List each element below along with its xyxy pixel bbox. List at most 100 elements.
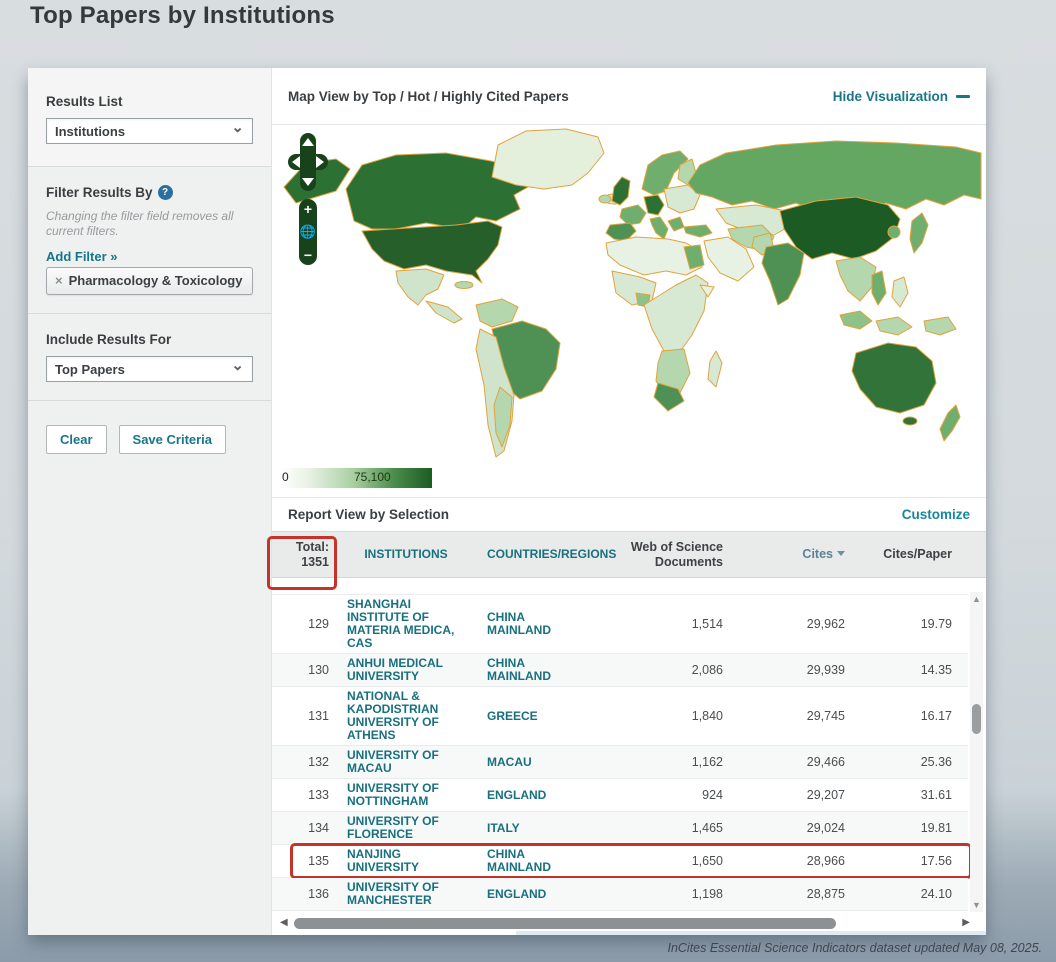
documents-cell: 2,086 <box>691 663 723 677</box>
documents-cell: 1,840 <box>691 709 723 723</box>
map-controls: + 🌐 − <box>288 133 328 265</box>
cites-per-paper-cell: 16.17 <box>920 709 952 723</box>
main-area: Map View by Top / Hot / Highly Cited Pap… <box>267 68 986 935</box>
country-link[interactable]: CHINA MAINLAND <box>487 657 617 683</box>
zoom-in-icon[interactable]: + <box>304 202 312 216</box>
actions-section: Clear Save Criteria <box>28 400 271 472</box>
pan-right-icon[interactable] <box>316 156 324 168</box>
filter-label-text: Filter Results By <box>46 185 153 200</box>
cites-per-paper-cell: 14.35 <box>920 663 952 677</box>
hide-visualization-label: Hide Visualization <box>832 88 948 104</box>
institution-link[interactable]: NATIONAL & KAPODISTRIAN UNIVERSITY OF AT… <box>347 690 487 742</box>
clear-button[interactable]: Clear <box>46 425 107 454</box>
cites-per-paper-cell: 24.10 <box>920 887 952 901</box>
help-icon[interactable]: ? <box>157 185 173 200</box>
cites-cell: 29,962 <box>806 617 845 631</box>
table-row[interactable]: 135 NANJING UNIVERSITY CHINA MAINLAND 1,… <box>272 843 972 879</box>
rank-cell: 130 <box>308 663 329 677</box>
column-header-countries[interactable]: Countries/Regions <box>487 548 617 561</box>
cites-per-paper-cell: 19.81 <box>920 821 952 835</box>
cites-cell: 29,207 <box>806 788 845 802</box>
institution-link[interactable]: ANHUI MEDICAL UNIVERSITY <box>347 657 487 683</box>
horizontal-scroll-thumb[interactable] <box>294 918 836 929</box>
save-criteria-button[interactable]: Save Criteria <box>118 425 227 454</box>
vertical-scroll-thumb[interactable] <box>972 704 981 734</box>
country-link[interactable]: MACAU <box>487 755 617 769</box>
dataset-update-note: InCites Essential Science Indicators dat… <box>667 941 1042 955</box>
table-row[interactable]: 136 UNIVERSITY OF MANCHESTER ENGLAND 1,1… <box>272 878 968 911</box>
chevron-down-icon: ⌄ <box>231 357 244 374</box>
table-row[interactable]: 130 ANHUI MEDICAL UNIVERSITY CHINA MAINL… <box>272 654 968 687</box>
column-header-institutions[interactable]: Institutions <box>347 548 487 561</box>
total-value: 1351 <box>301 554 329 569</box>
map-pan-control[interactable] <box>288 133 328 191</box>
country-link[interactable]: CHINA MAINLAND <box>487 848 617 874</box>
world-map-region[interactable]: + 🌐 − <box>272 125 986 465</box>
country-link[interactable]: ITALY <box>487 821 617 835</box>
map-view-header: Map View by Top / Hot / Highly Cited Pap… <box>272 68 986 125</box>
country-link[interactable]: ENGLAND <box>487 887 617 901</box>
vertical-scrollbar[interactable]: ▲ ▼ <box>970 592 983 912</box>
country-link[interactable]: GREECE <box>487 709 617 723</box>
filter-label: Filter Results By? <box>46 185 253 200</box>
scroll-left-icon[interactable]: ◀ <box>280 917 288 928</box>
content-panel: Results List Institutions ⌄ Filter Resul… <box>28 68 986 935</box>
table-row[interactable]: 134 UNIVERSITY OF FLORENCE ITALY 1,465 2… <box>272 812 968 845</box>
scroll-up-icon[interactable]: ▲ <box>970 594 983 604</box>
rank-cell: 131 <box>308 709 329 723</box>
remove-filter-icon[interactable]: × <box>55 273 63 288</box>
table-header-row: Total: 1351 Institutions Countries/Regio… <box>267 531 986 590</box>
customize-link[interactable]: Customize <box>902 507 970 522</box>
table-row[interactable]: 132 UNIVERSITY OF MACAU MACAU 1,162 29,4… <box>272 746 968 779</box>
scroll-down-icon[interactable]: ▼ <box>970 900 983 910</box>
documents-cell: 924 <box>702 788 723 802</box>
country-link[interactable]: CHINA MAINLAND <box>487 611 617 637</box>
sort-descending-icon <box>837 551 845 556</box>
pan-left-icon[interactable] <box>292 156 300 168</box>
hide-visualization-link[interactable]: Hide Visualization <box>833 89 970 104</box>
institution-link[interactable]: SHANGHAI INSTITUTE OF MATERIA MEDICA, CA… <box>347 598 487 650</box>
globe-icon[interactable]: 🌐 <box>300 225 316 239</box>
cites-per-paper-cell: 25.36 <box>920 755 952 769</box>
column-header-documents[interactable]: Web of Science Documents <box>617 540 727 570</box>
map-zoom-control: + 🌐 − <box>299 199 317 265</box>
rank-cell: 133 <box>308 788 329 802</box>
pan-down-icon[interactable] <box>302 178 314 186</box>
column-header-cites-per-paper[interactable]: Cites/Paper <box>857 547 966 562</box>
institution-link[interactable]: UNIVERSITY OF MACAU <box>347 749 487 775</box>
world-map[interactable] <box>276 125 982 465</box>
include-results-section: Include Results For Top Papers ⌄ <box>28 313 271 400</box>
cites-per-paper-cell: 19.79 <box>920 617 952 631</box>
include-results-value: Top Papers <box>55 361 125 377</box>
institution-link[interactable]: UNIVERSITY OF MANCHESTER <box>347 881 487 907</box>
results-list-label: Results List <box>46 94 123 109</box>
filter-tag-label: Pharmacology & Toxicology <box>68 273 243 288</box>
filter-note: Changing the filter field removes all cu… <box>46 209 234 238</box>
sidebar: Results List Institutions ⌄ Filter Resul… <box>28 68 272 935</box>
legend-max-value: 75,100 <box>354 470 391 484</box>
table-row[interactable]: 131 NATIONAL & KAPODISTRIAN UNIVERSITY O… <box>272 687 968 746</box>
cites-cell: 28,966 <box>806 854 845 868</box>
report-view-title: Report View by Selection <box>288 507 450 522</box>
map-legend: 0 75,100 <box>272 465 986 497</box>
results-list-dropdown[interactable]: Institutions ⌄ <box>46 118 253 144</box>
country-link[interactable]: ENGLAND <box>487 788 617 802</box>
institution-link[interactable]: UNIVERSITY OF NOTTINGHAM <box>347 782 487 808</box>
add-filter-link[interactable]: Add Filter » <box>46 249 253 264</box>
rank-cell: 136 <box>308 887 329 901</box>
page-title: Top Papers by Institutions <box>30 2 335 29</box>
institution-link[interactable]: UNIVERSITY OF FLORENCE <box>347 815 487 841</box>
zoom-out-icon[interactable]: − <box>304 248 312 262</box>
rank-cell: 134 <box>308 821 329 835</box>
pan-up-icon[interactable] <box>302 138 314 146</box>
include-results-dropdown[interactable]: Top Papers ⌄ <box>46 356 253 382</box>
table-row[interactable]: 133 UNIVERSITY OF NOTTINGHAM ENGLAND 924… <box>272 779 968 812</box>
total-label: Total: <box>295 539 329 554</box>
horizontal-scrollbar[interactable]: ◀ ▶ <box>280 917 970 931</box>
filter-tag-pharmacology[interactable]: × Pharmacology & Toxicology <box>46 267 253 295</box>
institution-link[interactable]: NANJING UNIVERSITY <box>347 848 487 874</box>
column-header-cites[interactable]: Cites <box>727 547 857 562</box>
table-row[interactable]: 129 SHANGHAI INSTITUTE OF MATERIA MEDICA… <box>272 595 968 654</box>
scroll-right-icon[interactable]: ▶ <box>962 917 970 928</box>
legend-min-value: 0 <box>282 470 289 484</box>
